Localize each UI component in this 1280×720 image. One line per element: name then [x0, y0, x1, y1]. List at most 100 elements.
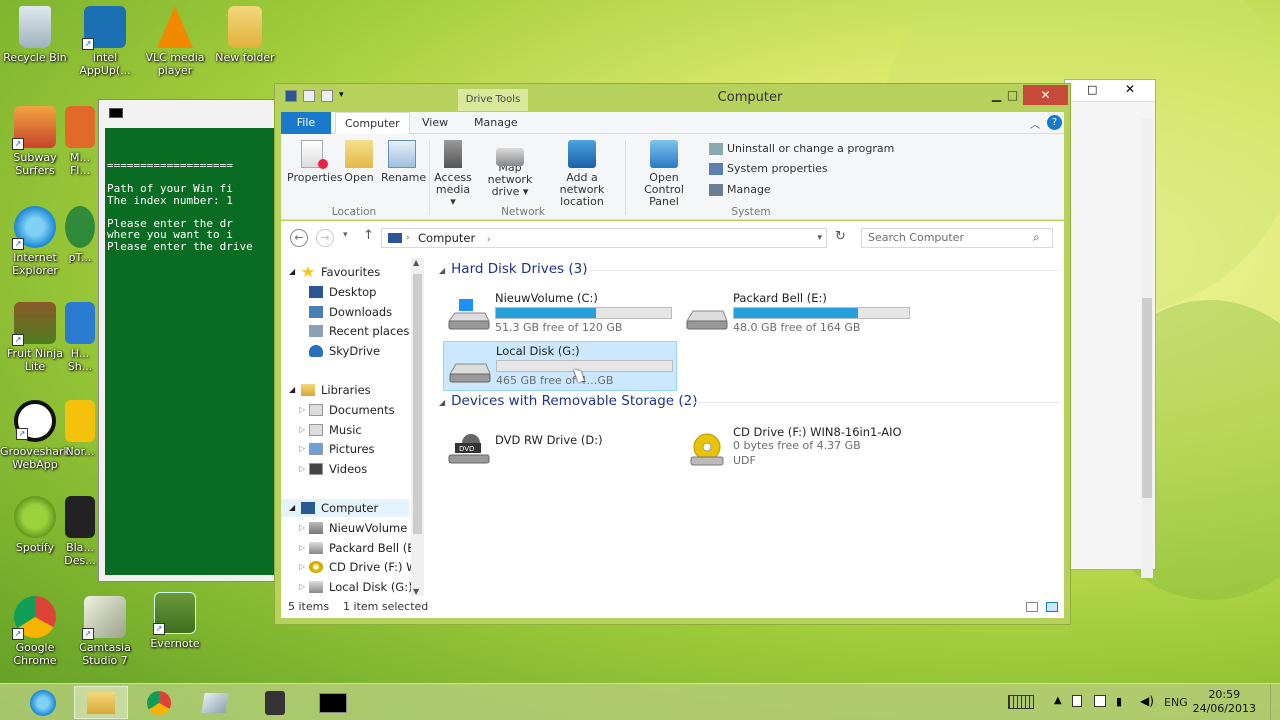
collapse-group-icon[interactable]: ◢ — [439, 398, 445, 407]
expand-icon[interactable]: ◢ — [289, 499, 301, 517]
recent-locations-icon[interactable]: ▾ — [343, 230, 348, 240]
taskbar-command-prompt[interactable] — [306, 686, 360, 719]
open-button[interactable]: Open — [341, 140, 377, 184]
collapse-group-icon[interactable]: ◢ — [439, 266, 445, 275]
taskbar-app[interactable] — [188, 686, 242, 719]
desktop-icon-partial-m[interactable]: M... Fl... — [62, 106, 98, 177]
up-arrow-icon[interactable]: ↑ — [363, 228, 374, 243]
nav-downloads[interactable]: Downloads — [309, 303, 392, 321]
system-properties-button[interactable]: System properties — [709, 162, 828, 175]
desktop-icon-grooveshark[interactable]: ↗ Grooveshark WebApp — [0, 400, 70, 471]
tab-manage[interactable]: Manage — [465, 112, 527, 134]
nav-desktop[interactable]: Desktop — [309, 283, 376, 301]
collapse-icon[interactable]: ▷ — [299, 460, 309, 478]
scroll-down-icon[interactable]: ▼ — [413, 587, 419, 596]
collapse-icon[interactable]: ▷ — [299, 539, 309, 557]
refresh-icon[interactable]: ↻ — [835, 229, 846, 244]
collapse-ribbon-icon[interactable]: ︿ — [1030, 116, 1040, 131]
maximize-icon[interactable]: □ — [1087, 83, 1097, 96]
taskbar-camtasia-recorder[interactable] — [248, 686, 302, 719]
map-network-drive-button[interactable]: Map network drive ▾ — [477, 140, 543, 198]
open-control-panel-button[interactable]: Open Control Panel — [629, 140, 699, 208]
file-explorer-window[interactable]: ▾ Drive Tools Computer ▁ □ ✕ File Comput… — [274, 83, 1071, 625]
background-window[interactable]: □ ✕ — [1064, 79, 1156, 578]
network-icon[interactable]: ▮ — [1116, 695, 1122, 708]
nav-documents[interactable]: ▷ Documents — [299, 401, 395, 419]
rename-button[interactable]: Rename — [381, 140, 426, 184]
group-header-removable-storage[interactable]: ◢ Devices with Removable Storage (2) — [439, 393, 1059, 409]
desktop-icon-partial-bla[interactable]: Bla... Des... — [62, 496, 98, 567]
nav-recent-places[interactable]: Recent places — [309, 322, 409, 340]
desktop-icon-new-folder[interactable]: New folder — [210, 6, 280, 64]
address-dropdown-icon[interactable]: ▾ — [817, 229, 822, 247]
desktop-icon-intel-appup[interactable]: ↗ Intel AppUp(... — [70, 6, 140, 77]
group-header-hard-disk-drives[interactable]: ◢ Hard Disk Drives (3) — [439, 261, 1059, 277]
drive-tile-e[interactable]: Packard Bell (E:) 48.0 GB free of 164 GB — [681, 289, 915, 339]
nav-favourites[interactable]: ◢ Favourites — [289, 263, 380, 281]
tab-computer[interactable]: Computer — [335, 112, 410, 134]
nav-pictures[interactable]: ▷ Pictures — [299, 440, 375, 458]
desktop-icon-vlc[interactable]: VLC media player — [140, 6, 210, 77]
scroll-up-icon[interactable]: ▲ — [413, 258, 419, 267]
breadcrumb-computer[interactable]: Computer — [418, 231, 475, 245]
search-input[interactable]: Search Computer — [861, 228, 1053, 248]
tab-view[interactable]: View — [413, 112, 457, 134]
drive-tile-d[interactable]: DVD DVD RW Drive (D:) — [443, 423, 677, 473]
drive-tile-g[interactable]: Local Disk (G:) 465 GB free of 4…GB — [443, 341, 677, 391]
desktop-icon-internet-explorer[interactable]: ↗ Internet Explorer — [0, 206, 70, 277]
properties-button[interactable]: Properties — [287, 140, 343, 184]
address-bar[interactable]: › Computer › ▾ — [381, 228, 827, 248]
breadcrumb-chevron-icon[interactable]: › — [487, 235, 491, 245]
collapse-icon[interactable]: ▷ — [299, 401, 309, 419]
add-network-location-button[interactable]: Add a network location — [545, 140, 619, 208]
collapse-icon[interactable]: ▷ — [299, 440, 309, 458]
nav-computer[interactable]: ◢ Computer — [281, 499, 409, 517]
forward-button[interactable]: → — [316, 229, 334, 247]
collapse-icon[interactable]: ▷ — [299, 578, 309, 596]
nav-drive-e[interactable]: ▷ Packard Bell (E:) — [299, 539, 423, 557]
nav-libraries[interactable]: ◢ Libraries — [289, 381, 371, 399]
manage-button[interactable]: Manage — [709, 183, 771, 196]
access-media-button[interactable]: Access media ▾ — [433, 140, 473, 208]
collapse-icon[interactable]: ▷ — [299, 421, 309, 439]
action-center-icon[interactable] — [1072, 695, 1082, 707]
drive-tile-c[interactable]: NieuwVolume (C:) 51.3 GB free of 120 GB — [443, 289, 677, 339]
collapse-icon[interactable]: ▷ — [299, 558, 309, 576]
desktop-icon-camtasia[interactable]: ↗ Camtasia Studio 7 — [70, 596, 140, 667]
tab-file[interactable]: File — [281, 112, 331, 134]
details-view-icon[interactable] — [1026, 602, 1038, 612]
desktop-icon-fruit-ninja[interactable]: ↗ Fruit Ninja Lite — [0, 302, 70, 373]
back-button[interactable]: ← — [290, 229, 308, 247]
nav-drive-c[interactable]: ▷ NieuwVolume (C — [299, 519, 424, 537]
desktop-icon-subway-surfers[interactable]: ↗ Subway Surfers — [0, 106, 70, 177]
nav-music[interactable]: ▷ Music — [299, 421, 362, 439]
command-prompt-window[interactable]: =================== Path of your Win fi … — [98, 99, 278, 582]
expand-icon[interactable]: ◢ — [289, 381, 301, 399]
close-button[interactable]: ✕ — [1023, 85, 1068, 105]
desktop-icon-spotify[interactable]: Spotify — [0, 496, 70, 554]
collapse-icon[interactable]: ▷ — [299, 519, 309, 537]
volume-icon[interactable]: ◀) — [1140, 694, 1154, 708]
desktop-icon-google-chrome[interactable]: ↗ Google Chrome — [0, 596, 70, 667]
expand-icon[interactable]: ◢ — [289, 263, 301, 281]
power-icon[interactable] — [1094, 695, 1106, 707]
scrollbar-thumb[interactable] — [1142, 298, 1152, 498]
clock[interactable]: 20:59 24/06/2013 — [1193, 688, 1256, 716]
nav-scrollbar[interactable]: ▲ ▼ — [411, 258, 424, 596]
scrollbar-thumb[interactable] — [413, 274, 422, 534]
nav-skydrive[interactable]: SkyDrive — [309, 342, 380, 360]
drive-tile-f[interactable]: CD Drive (F:) WIN8-16in1-AIO 0 bytes fre… — [681, 423, 915, 473]
nav-drive-g[interactable]: ▷ Local Disk (G:) — [299, 578, 413, 596]
tray-overflow-icon[interactable]: ▲ — [1054, 695, 1062, 706]
nav-drive-f[interactable]: ▷ CD Drive (F:) WI — [299, 558, 421, 576]
desktop-icon-partial-pt[interactable]: pT... — [62, 206, 98, 264]
scrollbar[interactable] — [1141, 118, 1153, 578]
uninstall-program-button[interactable]: Uninstall or change a program — [709, 142, 894, 155]
touch-keyboard-icon[interactable] — [1008, 695, 1034, 709]
taskbar-internet-explorer[interactable] — [16, 686, 70, 719]
taskbar-file-explorer[interactable] — [74, 686, 128, 719]
show-desktop-button[interactable] — [1270, 684, 1280, 720]
help-icon[interactable]: ? — [1047, 115, 1062, 130]
desktop-icon-partial-h[interactable]: H... Sh... — [62, 302, 98, 373]
maximize-button[interactable]: □ — [999, 85, 1026, 105]
